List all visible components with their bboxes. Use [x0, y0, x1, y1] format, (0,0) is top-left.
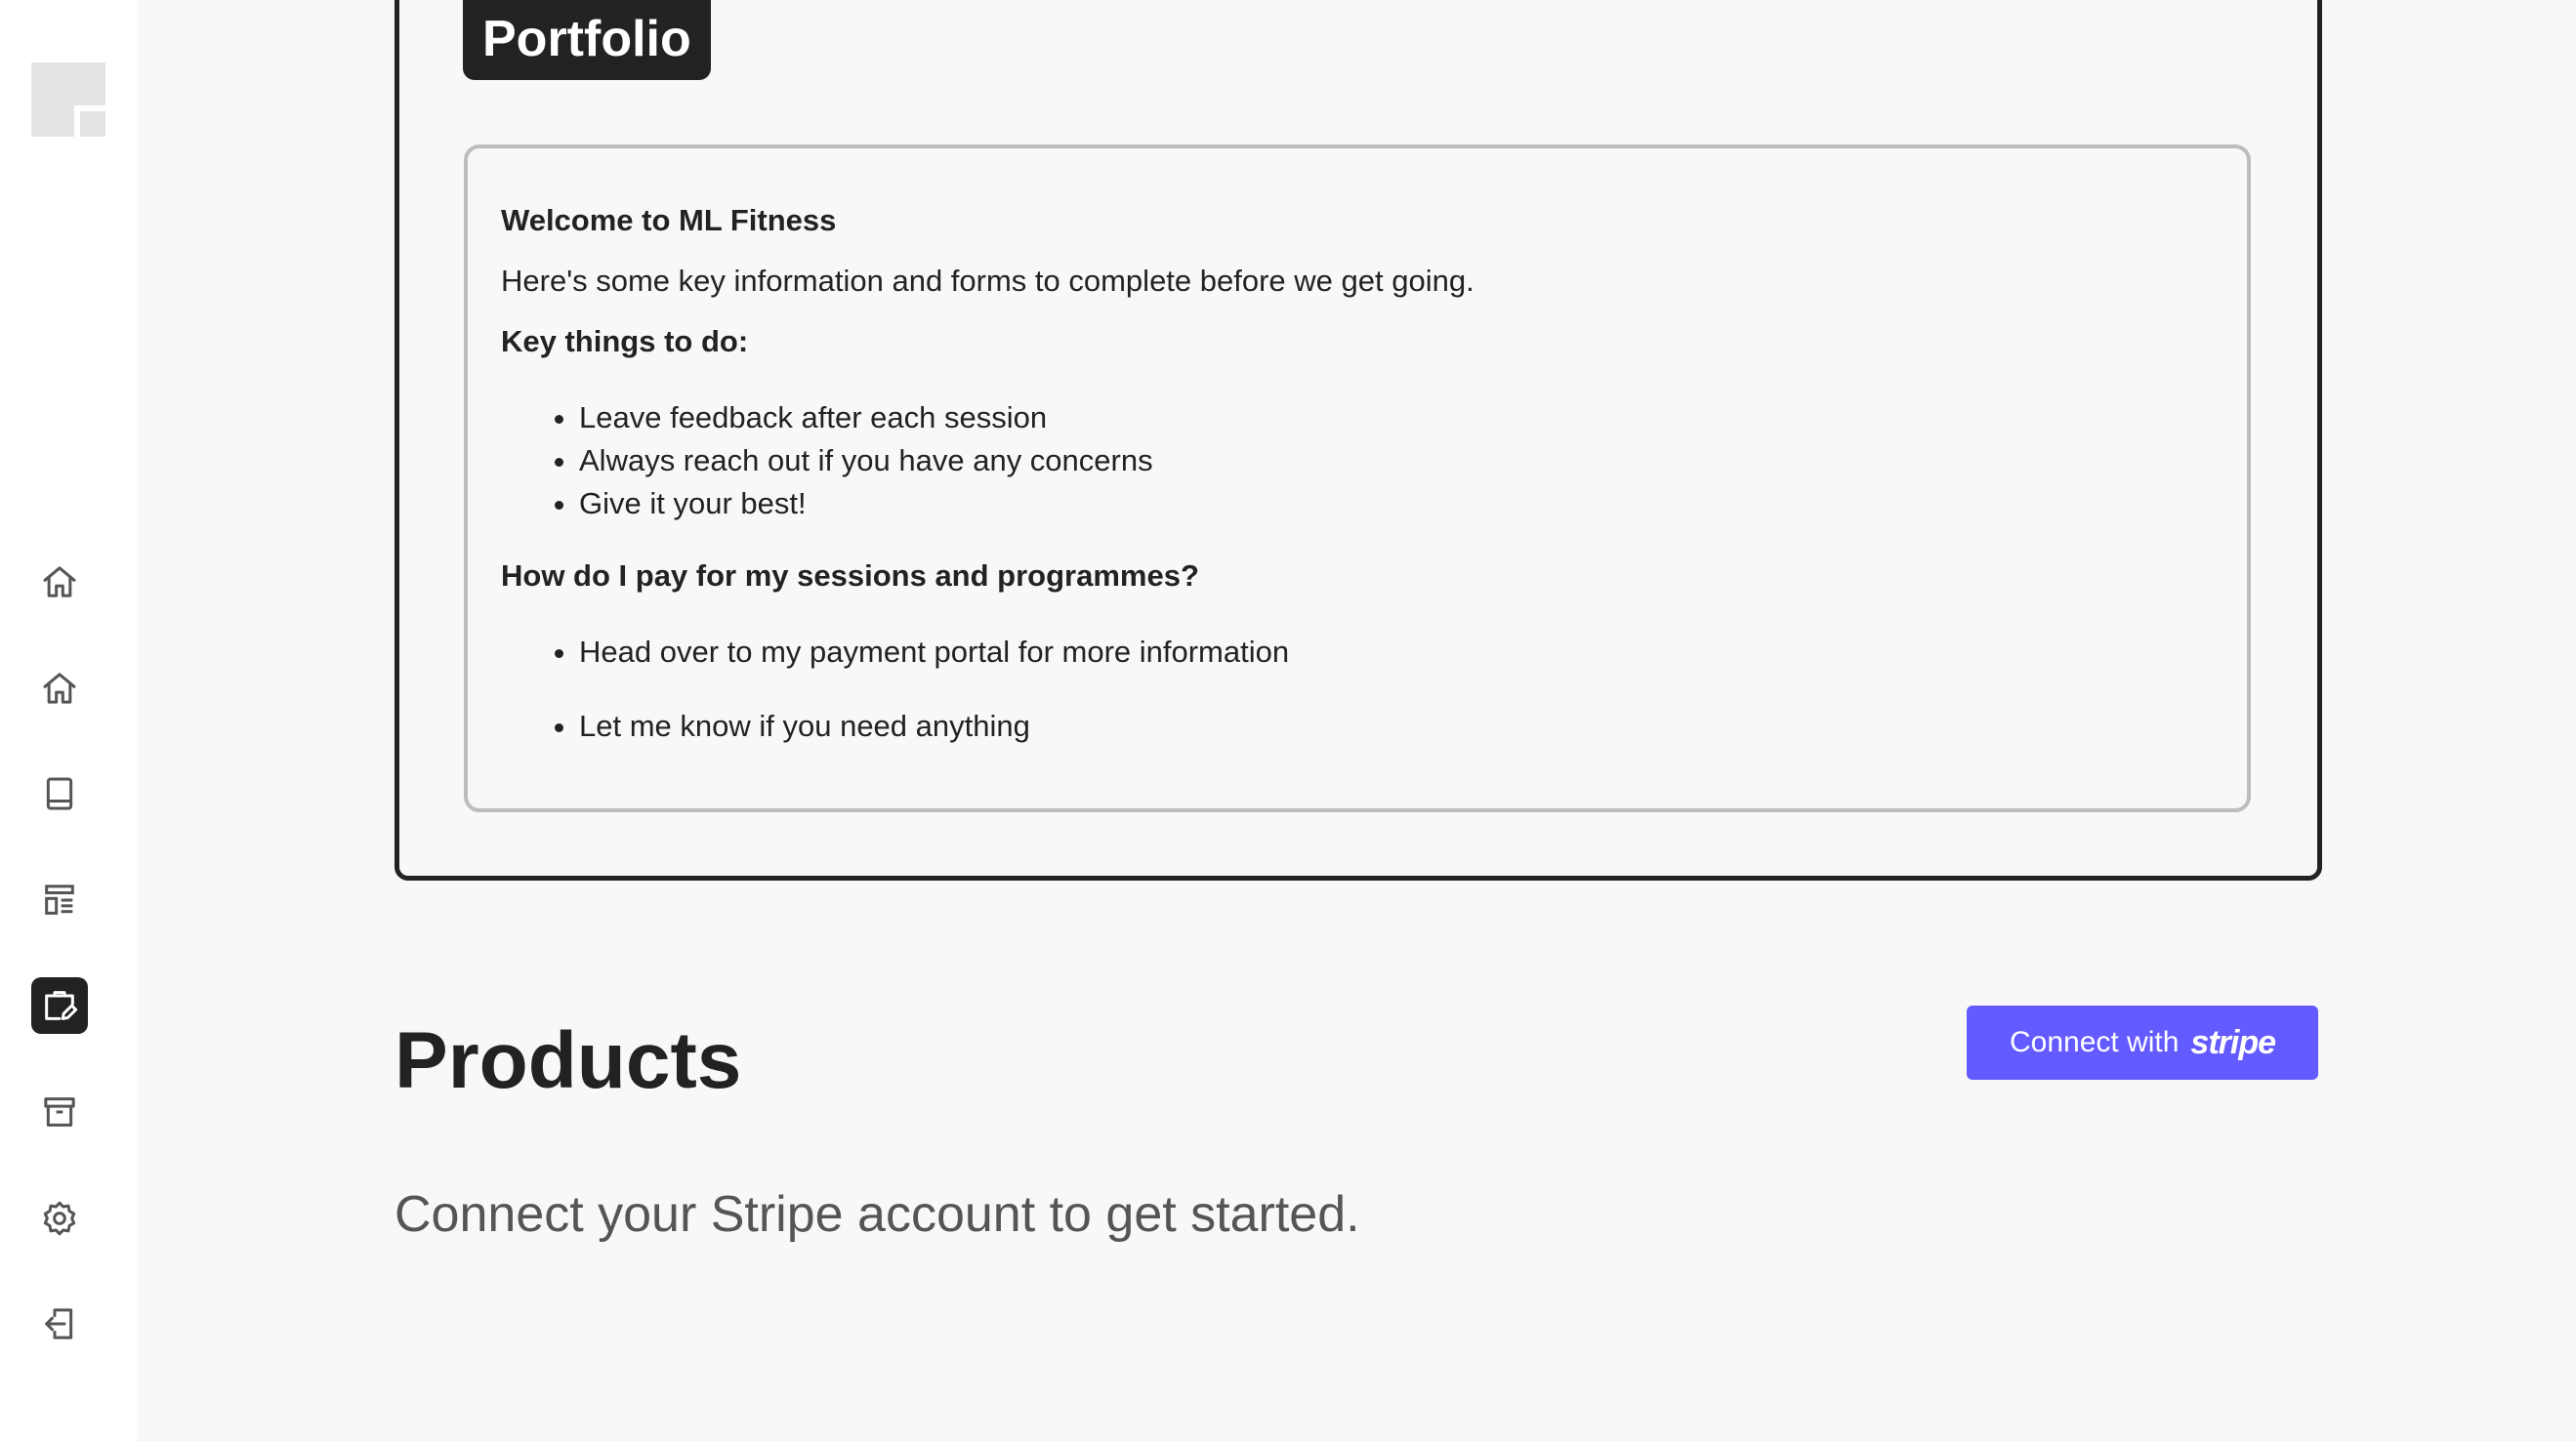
key-things-heading: Key things to do: [501, 324, 749, 358]
sidebar-item-archive[interactable] [31, 1084, 88, 1140]
layout-list-icon [45, 885, 74, 915]
payment-list-2: Let me know if you need anything [501, 705, 1030, 748]
list-item: Leave feedback after each session [579, 396, 1153, 439]
settings-gear-icon [43, 1201, 76, 1236]
main-content: Portfolio Welcome to ML Fitness Here's s… [137, 0, 2576, 1441]
welcome-intro: Here's some key information and forms to… [501, 264, 1475, 298]
archive-icon [44, 1097, 75, 1127]
connect-stripe-button[interactable]: Connect with stripe [1967, 1006, 2318, 1080]
sidebar-item-layout[interactable] [31, 872, 88, 928]
payment-heading: How do I pay for my sessions and program… [501, 558, 1199, 593]
list-item: Always reach out if you have any concern… [579, 439, 1153, 482]
app-logo-icon[interactable] [31, 62, 105, 137]
sidebar-item-library[interactable] [31, 765, 88, 822]
stripe-logo: stripe [2190, 1023, 2276, 1061]
products-subtitle: Connect your Stripe account to get start… [395, 1186, 1360, 1243]
sidebar-item-home[interactable] [31, 554, 88, 610]
products-title: Products [395, 1016, 742, 1105]
portfolio-tag: Portfolio [463, 0, 711, 80]
sidebar-item-settings[interactable] [31, 1190, 88, 1247]
sidebar-item-portfolio[interactable] [31, 977, 88, 1034]
key-things-list: Leave feedback after each session Always… [501, 396, 1153, 525]
home-icon [43, 566, 76, 597]
welcome-title: Welcome to ML Fitness [501, 203, 837, 237]
welcome-card: Welcome to ML Fitness Here's some key in… [464, 144, 2251, 812]
payment-list: Head over to my payment portal for more … [501, 631, 1289, 674]
list-item: Give it your best! [579, 482, 1153, 525]
connect-label: Connect with [2009, 1026, 2180, 1058]
book-icon [46, 777, 73, 810]
sidebar [0, 0, 137, 1441]
list-item: Head over to my payment portal for more … [579, 631, 1289, 674]
home-outline-icon [43, 673, 76, 704]
briefcase-edit-icon [45, 991, 78, 1020]
list-item: Let me know if you need anything [579, 705, 1030, 748]
sidebar-item-home-2[interactable] [31, 660, 88, 717]
sidebar-item-logout[interactable] [31, 1296, 88, 1352]
logout-icon [45, 1308, 73, 1339]
